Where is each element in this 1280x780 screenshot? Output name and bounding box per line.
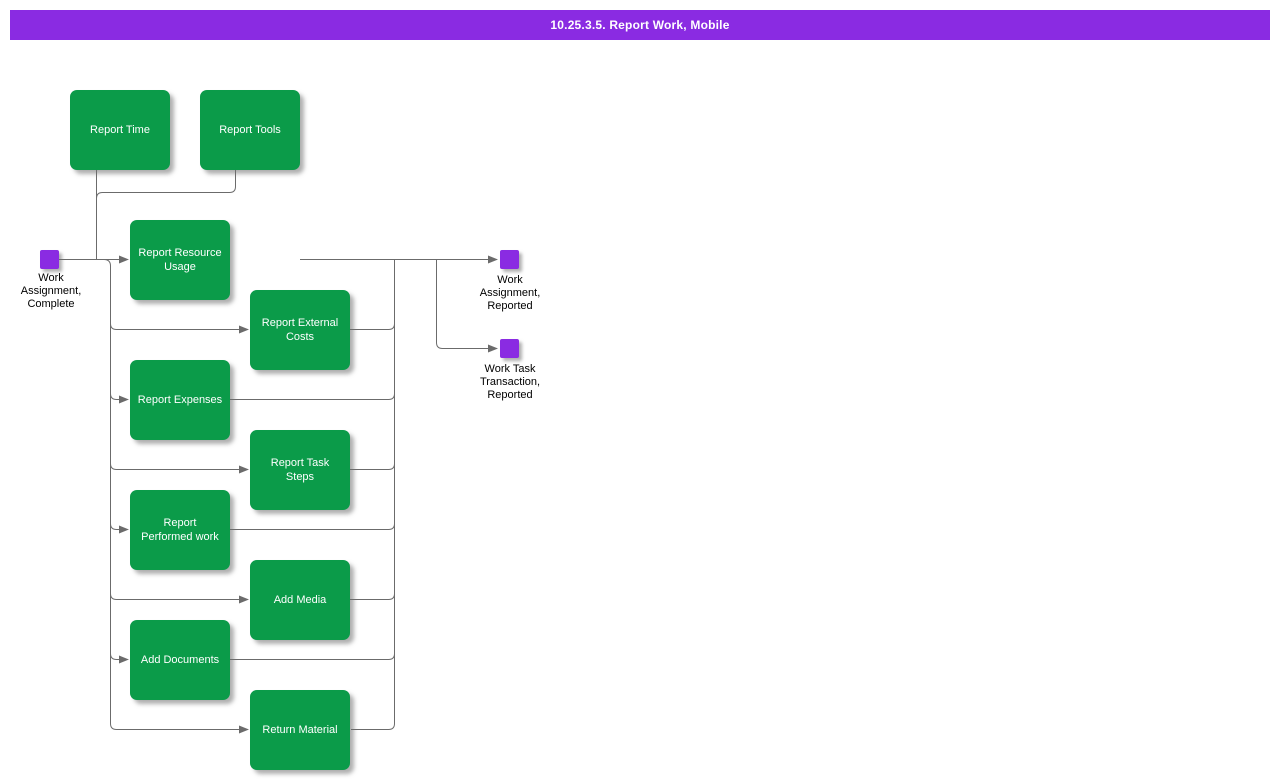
- activity-label: Report Expenses: [138, 393, 222, 407]
- activity-label: Report Performed work: [141, 516, 219, 544]
- activity-return-material[interactable]: Return Material: [250, 690, 350, 770]
- activity-label: Report Resource Usage: [138, 246, 221, 274]
- activity-report-performed-work[interactable]: Report Performed work: [130, 490, 230, 570]
- activity-report-task-steps[interactable]: Report Task Steps: [250, 430, 350, 510]
- activity-add-documents[interactable]: Add Documents: [130, 620, 230, 700]
- activity-report-resource-usage[interactable]: Report Resource Usage: [130, 220, 230, 300]
- activity-report-external-costs[interactable]: Report External Costs: [250, 290, 350, 370]
- event-work-task-transaction-reported-label: Work Task Transaction, Reported: [463, 363, 557, 402]
- event-work-assignment-reported-icon[interactable]: [500, 250, 519, 269]
- event-work-assignment-reported-label: Work Assignment, Reported: [470, 274, 550, 313]
- event-work-assignment-complete-icon[interactable]: [40, 250, 59, 269]
- activity-label: Report External Costs: [262, 316, 338, 344]
- activity-report-time[interactable]: Report Time: [70, 90, 170, 170]
- event-work-task-transaction-reported-icon[interactable]: [500, 339, 519, 358]
- activity-add-media[interactable]: Add Media: [250, 560, 350, 640]
- activity-label: Add Documents: [141, 653, 219, 667]
- event-work-assignment-complete-label: Work Assignment, Complete: [11, 272, 91, 311]
- activity-label: Return Material: [262, 723, 337, 737]
- activity-report-tools[interactable]: Report Tools: [200, 90, 300, 170]
- activity-label: Add Media: [274, 593, 327, 607]
- activity-report-expenses[interactable]: Report Expenses: [130, 360, 230, 440]
- activity-label: Report Tools: [219, 123, 281, 137]
- activity-label: Report Task Steps: [271, 456, 330, 484]
- activity-label: Report Time: [90, 123, 150, 137]
